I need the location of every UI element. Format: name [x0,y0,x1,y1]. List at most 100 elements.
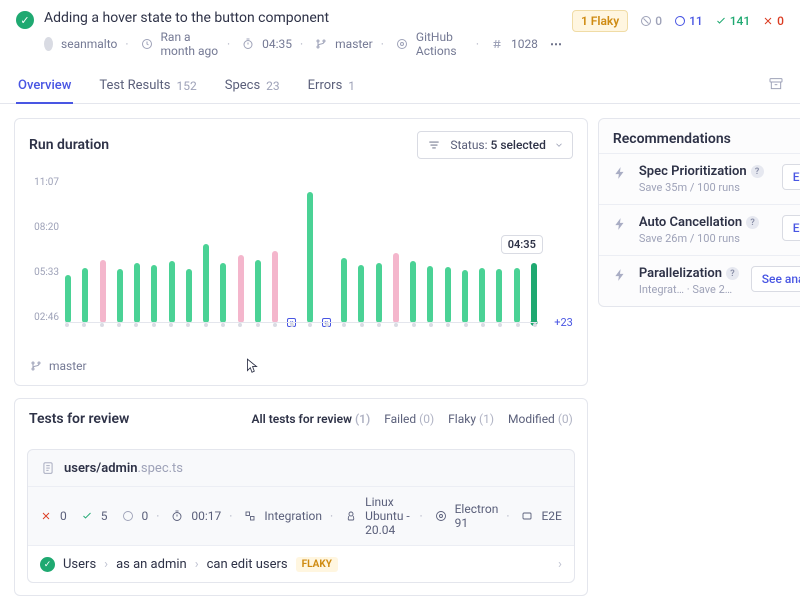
chart-bar[interactable] [272,177,278,323]
tab-specs[interactable]: Specs23 [223,68,282,103]
chart-bar[interactable] [82,177,88,323]
page-header: ✓ Adding a hover state to the button com… [0,0,800,64]
chevron-right-icon: › [104,557,108,572]
spec-header[interactable]: users/admin.spec.ts [28,450,574,487]
linux-icon [345,510,357,523]
status-filter-dropdown[interactable]: Status: 5 selected [417,131,573,159]
spec-filename: users/admin.spec.ts [64,461,183,476]
test-name: can edit users [207,557,288,572]
recommendation-action-button[interactable]: Enable [782,164,800,190]
help-icon[interactable]: ? [726,267,739,280]
chart-bar[interactable] [427,177,433,323]
y-tick: 02:46 [29,312,59,323]
chart-bar[interactable] [117,177,123,323]
flaky-badge[interactable]: 1 Flaky [572,10,628,32]
branch-name[interactable]: master [335,37,373,51]
stopwatch-icon [171,510,183,523]
chart-bar[interactable] [151,177,157,323]
chart-bar[interactable] [238,177,244,323]
right-column: Recommendations Spec Prioritization ?Sav… [598,118,800,596]
recommendation-name: Spec Prioritization ? [639,164,772,179]
test-status-icon: ✓ [40,557,55,572]
chart-branch-name[interactable]: master [49,359,87,373]
stat-failed: 0 [762,14,784,28]
chart-bar[interactable] [462,177,468,323]
run-number[interactable]: 1028 [511,37,538,51]
help-icon[interactable]: ? [746,216,759,229]
chart-branch-row: master [15,351,587,385]
stat-running: 11 [674,14,703,28]
recommendation-subtitle: Save 26m / 100 runs [639,232,772,245]
filter-flaky[interactable]: Flaky(1) [448,412,494,426]
recommendation-name: Auto Cancellation ? [639,215,772,230]
x-icon [40,510,52,523]
chart-bar[interactable] [341,177,347,323]
chart-bar[interactable] [100,177,106,323]
browser-icon [435,510,447,523]
chart-bar[interactable] [410,177,416,323]
header-meta: seanmalto Ran a month ago 04:35 master G… [44,30,562,58]
recommendation-action-button[interactable]: Enable [782,215,800,241]
chart-bar[interactable] [393,177,399,323]
author-avatar-icon [44,37,53,51]
run-time: Ran a month ago [161,30,219,58]
chart-bar[interactable]: × [289,177,295,323]
chart-bar[interactable] [220,177,226,323]
ci-provider[interactable]: GitHub Actions [416,30,468,58]
run-duration-panel: Run duration Status: 5 selected 11:07 08… [14,118,588,386]
archive-icon[interactable] [768,76,784,96]
recommendation-action-button[interactable]: See analysis [751,266,800,292]
tab-overview[interactable]: Overview [16,68,73,103]
author-name[interactable]: seanmalto [61,37,117,51]
chart-bar[interactable] [203,177,209,323]
chart-bar[interactable] [255,177,261,323]
filter-modified[interactable]: Modified(0) [508,412,573,426]
more-runs-link[interactable]: +23 [554,316,573,329]
chart-bar[interactable] [186,177,192,323]
tests-filters: All tests for review(1) Failed(0) Flaky(… [251,412,572,426]
recommendation-item: Parallelization ?Integrat… · Save 2m 20s… [599,255,800,306]
stopwatch-icon [242,37,254,51]
recommendation-item: Spec Prioritization ?Save 35m / 100 runs… [599,153,800,204]
left-column: Run duration Status: 5 selected 11:07 08… [14,118,588,596]
chart-bar[interactable] [358,177,364,323]
chart-bar[interactable] [65,177,71,323]
test-row[interactable]: ✓ Users › as an admin › can edit users F… [28,545,574,582]
chart-bar[interactable] [376,177,382,323]
recommendation-subtitle: Integrat… · Save 2m 20s / run [639,283,741,296]
chart-bar[interactable] [445,177,451,323]
chart-tooltip: 04:35 [501,235,543,254]
tab-test-results[interactable]: Test Results152 [97,68,198,103]
recommendations-panel: Recommendations Spec Prioritization ?Sav… [598,118,800,307]
tab-errors[interactable]: Errors1 [306,68,357,103]
chevron-right-icon: › [558,557,562,572]
nav-tabs: Overview Test Results152 Specs23 Errors1 [0,68,800,104]
ci-icon [396,37,408,51]
run-duration-chart[interactable]: 11:07 08:20 05:33 02:46 ×× 04:35 +23 [15,171,587,351]
recommendation-item: Auto Cancellation ? Save 26m / 100 runs En… [599,204,800,255]
bolt-icon [613,166,629,182]
filter-failed[interactable]: Failed(0) [384,412,434,426]
chevron-down-icon [554,140,564,150]
file-icon [40,460,56,476]
chart-bar[interactable] [134,177,140,323]
run-duration-value: 04:35 [262,37,292,51]
y-tick: 08:20 [29,222,59,233]
bolt-icon [613,217,629,233]
chart-bar[interactable] [307,177,313,323]
header-main: Adding a hover state to the button compo… [44,10,562,58]
tag-icon [521,510,533,523]
spec-stats: 0 5 0 00:17 Integration Linux Ubuntu - 2… [28,487,574,545]
filter-icon [426,137,442,153]
chart-bar[interactable] [479,177,485,323]
content: Run duration Status: 5 selected 11:07 08… [0,104,800,610]
header-stats: 1 Flaky 0 11 141 0 [572,10,784,32]
filter-all-tests[interactable]: All tests for review(1) [251,412,370,426]
chart-bar[interactable]: × [324,177,330,323]
y-tick: 11:07 [29,177,59,188]
more-menu-icon[interactable] [550,37,562,51]
branch-icon [29,359,43,373]
chart-bar[interactable] [169,177,175,323]
spec-card: users/admin.spec.ts 0 5 0 00:17 Integrat… [27,449,575,583]
help-icon[interactable]: ? [751,165,764,178]
